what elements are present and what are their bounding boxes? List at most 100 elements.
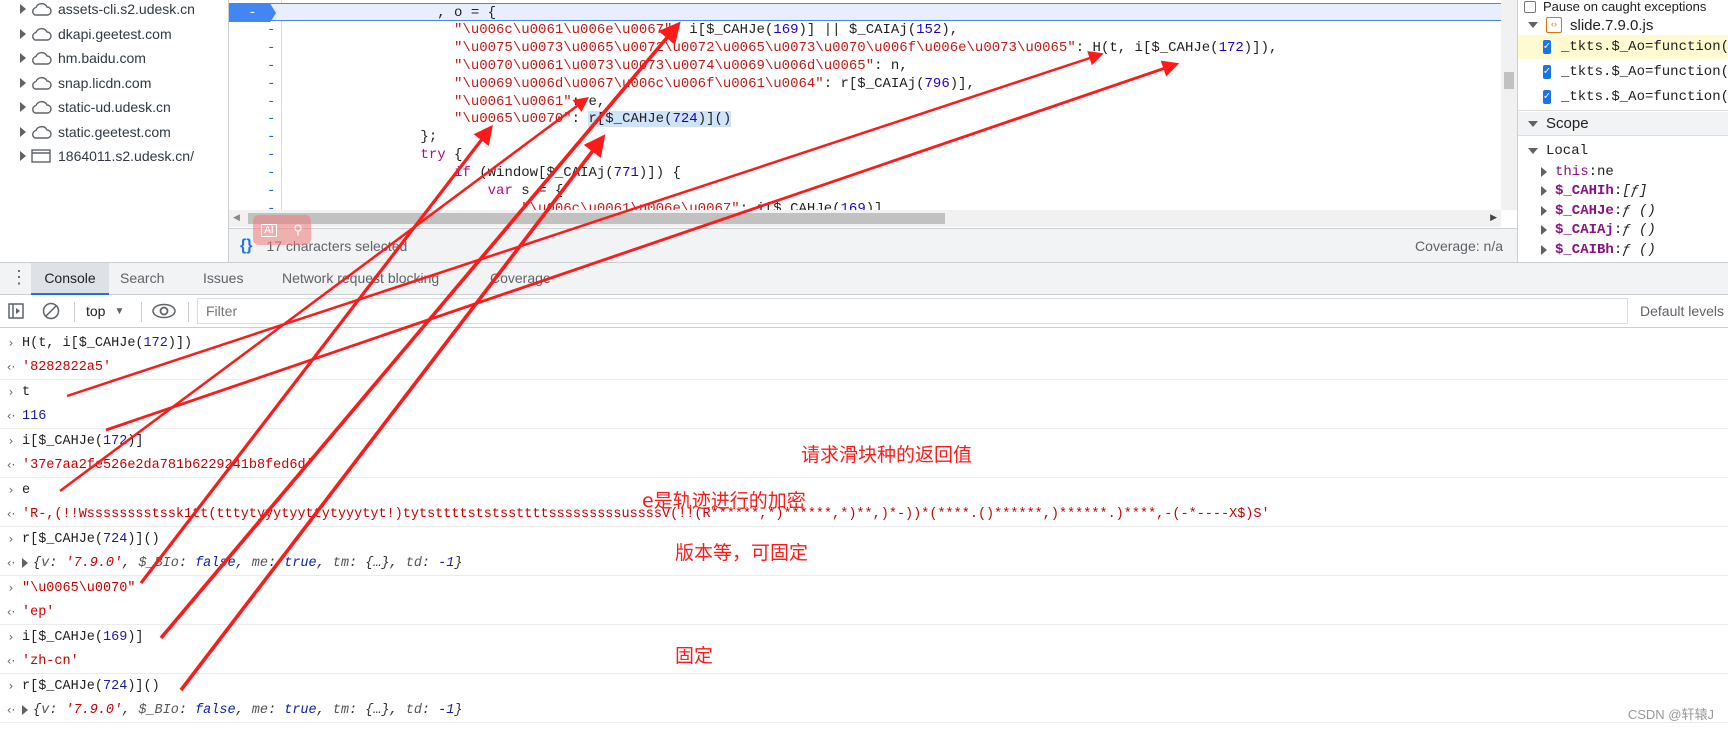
expand-icon[interactable] xyxy=(20,53,26,63)
expand-icon[interactable] xyxy=(20,102,26,112)
console-result[interactable]: ‹· 116 xyxy=(0,404,1728,429)
expand-icon[interactable] xyxy=(1541,186,1547,196)
scope-variable[interactable]: $_CAIAj: ƒ () xyxy=(1518,221,1728,240)
tree-item[interactable]: dkapi.geetest.com xyxy=(20,22,172,46)
checkbox[interactable] xyxy=(1524,1,1536,13)
tree-item[interactable]: 1864011.s2.udesk.cn/ xyxy=(20,144,194,168)
breakpoint-checkbox[interactable]: ✓ xyxy=(1543,90,1551,104)
expand-icon[interactable] xyxy=(22,705,28,715)
line-marker[interactable]: - xyxy=(267,182,277,200)
line-marker[interactable]: - xyxy=(267,164,277,182)
clear-console-icon[interactable] xyxy=(42,302,60,320)
more-menu-icon[interactable]: ⋮ xyxy=(10,268,28,286)
console-input[interactable]: › i[$_CAHJe(169)] xyxy=(0,625,1728,649)
live-expression-eye-icon[interactable] xyxy=(152,303,176,319)
pause-caught-row[interactable]: Pause on caught exceptions xyxy=(1518,0,1728,14)
expand-icon[interactable] xyxy=(20,151,26,161)
code-editor[interactable]: - , o = {- "\u006c\u0061\u006e\u0067": i… xyxy=(229,0,1517,262)
scope-variable[interactable]: $_CAIBh: ƒ () xyxy=(1518,240,1728,259)
sidebar-toggle-icon[interactable] xyxy=(8,303,24,319)
line-marker[interactable]: - xyxy=(267,128,277,146)
line-marker[interactable]: - xyxy=(267,110,277,128)
tree-item[interactable]: static.geetest.com xyxy=(20,120,171,144)
console-token: 724 xyxy=(103,678,128,694)
collapse-icon[interactable] xyxy=(1528,120,1538,127)
vertical-scrollbar[interactable] xyxy=(1501,0,1517,210)
console-result[interactable]: ‹· 'ep' xyxy=(0,600,1728,625)
ai-icon[interactable]: AI xyxy=(261,223,277,237)
expand-icon[interactable] xyxy=(1541,225,1547,235)
tab-issues[interactable]: Issues xyxy=(193,263,253,295)
line-marker[interactable]: - xyxy=(267,57,277,75)
expand-icon[interactable] xyxy=(1541,244,1547,255)
breakpoint-item[interactable]: ✓ _tkts.$_Ao=function( xyxy=(1518,35,1728,59)
expand-icon[interactable] xyxy=(1541,205,1547,216)
tree-item[interactable]: snap.licdn.com xyxy=(20,71,151,95)
line-marker[interactable]: - xyxy=(267,93,277,111)
scope-variable[interactable]: $_CAHJe: ƒ () xyxy=(1518,201,1728,220)
expand-icon[interactable] xyxy=(20,77,26,88)
scroll-thumb[interactable] xyxy=(1504,72,1514,89)
console-input[interactable]: › e xyxy=(0,478,1728,502)
annotation-version-fixed: 版本等，可固定 xyxy=(675,542,809,564)
console-result[interactable]: ‹· {v: '7.9.0', $_BIo: false, me: true, t… xyxy=(0,698,1728,723)
horizontal-scrollbar[interactable]: ◀ ▶ xyxy=(229,210,1501,227)
console-input[interactable]: › r[$_CAHJe(724)]() xyxy=(0,527,1728,551)
console-result[interactable]: ‹· '8282822a5' xyxy=(0,355,1728,380)
tab-network-request-blocking[interactable]: Network request blocking xyxy=(272,263,449,295)
expand-icon[interactable] xyxy=(22,558,28,568)
log-levels-dropdown[interactable]: Default levels xyxy=(1640,303,1724,319)
scope-variable[interactable]: this: ne xyxy=(1518,162,1728,181)
scroll-thumb[interactable] xyxy=(248,213,945,224)
cloud-icon xyxy=(32,125,52,139)
search-icon[interactable]: ⚲ xyxy=(293,222,303,238)
breakpoint-checkbox[interactable]: ✓ xyxy=(1543,40,1551,54)
line-marker[interactable]: - xyxy=(267,146,277,164)
tab-console[interactable]: Console xyxy=(31,263,109,295)
console-output[interactable]: › H(t, i[$_CAHJe(172)]) ‹· '8282822a5' › t ‹· 1… xyxy=(0,331,1728,731)
expand-icon[interactable] xyxy=(20,28,26,39)
breakpoint-code: _tkts.$_Ao=function( xyxy=(1560,89,1728,105)
console-token: '7.9.0' xyxy=(65,702,123,718)
breakpoint-item[interactable]: ✓ _tkts.$_Ao=function( xyxy=(1518,60,1728,84)
tab-search[interactable]: Search xyxy=(110,263,174,295)
scope-local[interactable]: Local xyxy=(1518,139,1728,163)
scroll-left-icon[interactable]: ◀ xyxy=(233,212,240,223)
line-marker[interactable]: - xyxy=(267,21,277,39)
scope-header[interactable]: Scope xyxy=(1518,112,1728,136)
console-input[interactable]: › t xyxy=(0,380,1728,404)
pretty-print-icon[interactable]: {} xyxy=(240,237,252,255)
console-result[interactable]: ‹· 'R-,(!!Wsssssssstssk1tt(tttytyyytyytty… xyxy=(0,502,1728,527)
line-marker[interactable]: - xyxy=(267,75,277,93)
console-token: '7.9.0' xyxy=(65,555,123,571)
console-token: e xyxy=(22,482,31,498)
console-token: 172 xyxy=(143,335,168,351)
code-token: ), xyxy=(941,21,959,38)
console-token: : xyxy=(267,555,285,571)
console-input[interactable]: › "\u0065\u0070" xyxy=(0,576,1728,600)
scope-variable[interactable]: $_CAHIh: [ƒ] xyxy=(1518,182,1728,201)
floating-ai-toolbar[interactable]: AI ⚲ xyxy=(253,215,311,245)
scroll-right-icon[interactable]: ▶ xyxy=(1490,212,1497,223)
breakpoint-checkbox[interactable]: ✓ xyxy=(1543,65,1551,79)
console-filter-input[interactable] xyxy=(197,298,1628,324)
expand-icon[interactable] xyxy=(20,4,26,14)
console-token: )]() xyxy=(127,678,160,694)
tab-coverage[interactable]: Coverage xyxy=(480,263,561,295)
tree-item[interactable]: hm.baidu.com xyxy=(20,46,146,70)
breakpoint-item[interactable]: ✓ _tkts.$_Ao=function( xyxy=(1518,85,1728,109)
collapse-icon[interactable] xyxy=(1528,148,1538,154)
console-result[interactable]: ‹· 'zh-cn' xyxy=(0,649,1728,674)
console-input[interactable]: › r[$_CAHJe(724)]() xyxy=(0,674,1728,698)
tree-item[interactable]: assets-cli.s2.udesk.cn xyxy=(20,0,195,21)
console-result[interactable]: ‹· {v: '7.9.0', $_BIo: false, me: true, t… xyxy=(0,551,1728,576)
line-marker[interactable]: - xyxy=(267,39,277,57)
console-input[interactable]: › H(t, i[$_CAHJe(172)]) xyxy=(0,331,1728,355)
context-selector[interactable]: top ▼ xyxy=(86,303,124,319)
tree-item[interactable]: static-ud.udesk.cn xyxy=(20,95,171,119)
collapse-icon[interactable] xyxy=(1528,22,1538,28)
expand-icon[interactable] xyxy=(1541,166,1547,177)
breakpoint-file[interactable]: ‹› slide.7.9.0.js xyxy=(1518,13,1728,37)
expand-icon[interactable] xyxy=(20,126,26,137)
execution-pointer[interactable]: - xyxy=(229,4,276,22)
